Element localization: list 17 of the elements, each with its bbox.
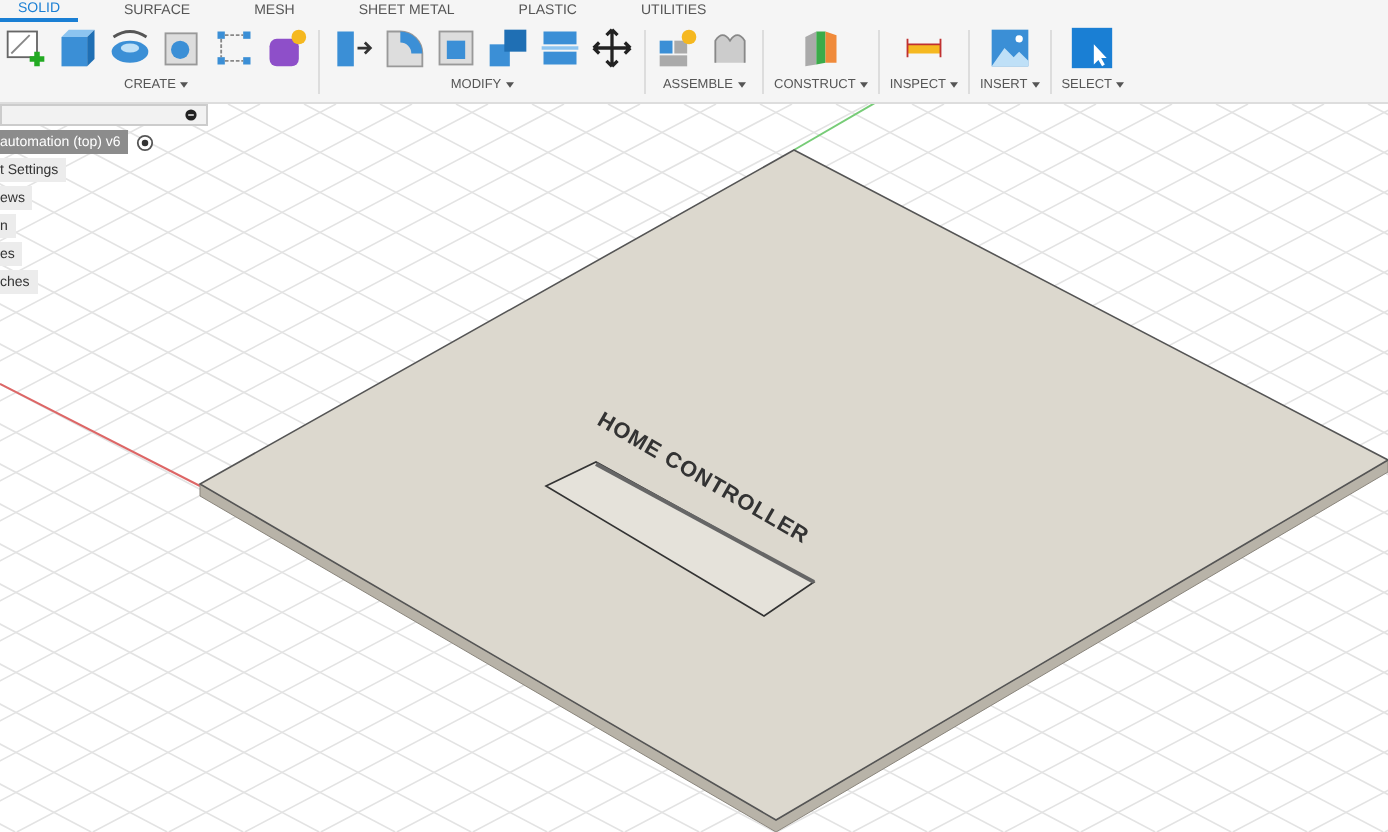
caret-icon bbox=[505, 82, 514, 88]
caret-icon bbox=[1116, 82, 1124, 88]
select-icon[interactable] bbox=[1070, 26, 1115, 70]
move-icon[interactable] bbox=[590, 26, 634, 70]
caret-icon bbox=[859, 82, 868, 88]
hole-icon[interactable] bbox=[160, 26, 204, 70]
radio-icon[interactable] bbox=[136, 133, 155, 151]
pattern-icon[interactable] bbox=[212, 26, 256, 70]
shell-icon[interactable] bbox=[434, 26, 478, 70]
sketch-icon[interactable] bbox=[4, 26, 48, 70]
caret-icon bbox=[737, 82, 746, 88]
caret-icon bbox=[179, 82, 188, 88]
collapse-icon[interactable] bbox=[184, 108, 198, 122]
extrude-icon[interactable] bbox=[56, 26, 100, 70]
caret-icon bbox=[949, 82, 958, 88]
caret-icon bbox=[1031, 82, 1040, 88]
image-icon[interactable] bbox=[987, 26, 1032, 70]
